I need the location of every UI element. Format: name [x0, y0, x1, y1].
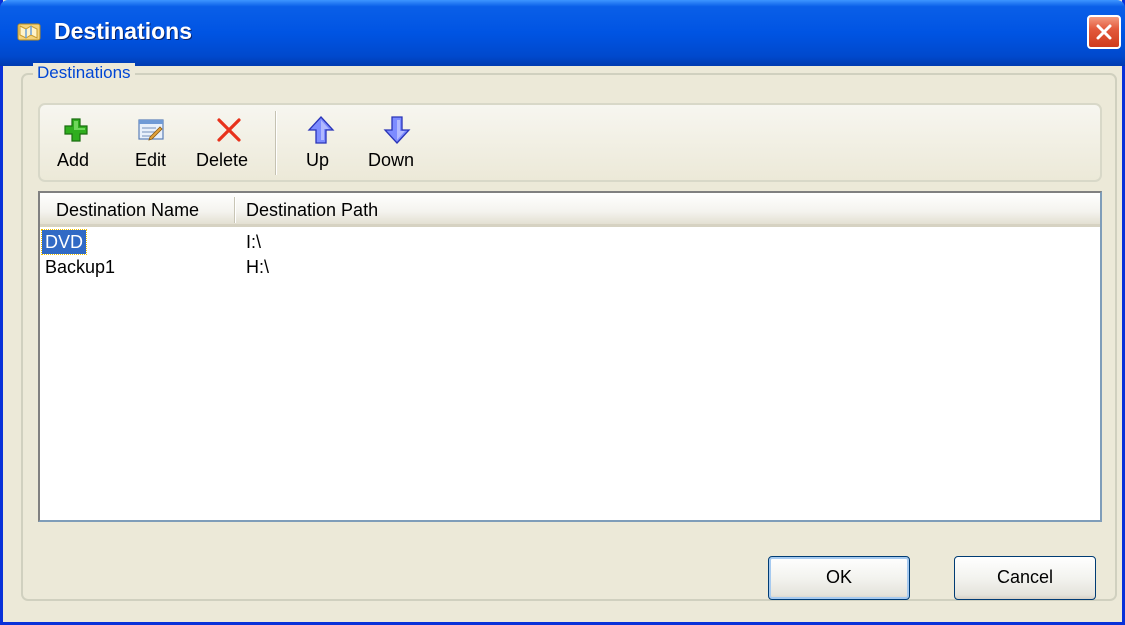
window-title: Destinations	[54, 18, 193, 44]
delete-label: Delete	[196, 150, 249, 170]
delete-button[interactable]: Delete	[194, 115, 260, 177]
groupbox-legend: Destinations	[33, 63, 135, 83]
row-path-cell: H:\	[246, 257, 270, 277]
list-row[interactable]: DVD I:\	[40, 229, 1100, 255]
row-name-cell[interactable]: Backup1	[45, 255, 115, 279]
plus-icon	[61, 115, 91, 145]
destinations-list[interactable]: Destination Name Destination Path DVD I:…	[38, 191, 1102, 522]
up-button[interactable]: Up	[304, 115, 338, 177]
column-header-path[interactable]: Destination Path	[246, 200, 378, 221]
ok-button[interactable]: OK	[768, 556, 910, 600]
arrow-up-icon	[306, 115, 336, 145]
row-path-cell: I:\	[246, 232, 262, 252]
add-button[interactable]: Add	[55, 115, 95, 177]
column-header-name[interactable]: Destination Name	[56, 200, 199, 221]
edit-label: Edit	[135, 150, 167, 170]
down-label: Down	[368, 150, 415, 170]
title-bar[interactable]: Destinations	[0, 0, 1125, 66]
list-row[interactable]: Backup1 H:\	[40, 255, 1100, 279]
add-label: Add	[57, 150, 90, 170]
edit-button[interactable]: Edit	[132, 115, 174, 177]
arrow-down-icon	[382, 115, 412, 145]
cancel-button[interactable]: Cancel	[954, 556, 1096, 600]
edit-form-icon	[136, 115, 166, 145]
delete-x-icon	[214, 115, 244, 145]
list-header: Destination Name Destination Path	[40, 193, 1100, 227]
close-icon	[1096, 24, 1112, 40]
column-divider[interactable]	[234, 197, 236, 223]
folder-map-icon	[17, 19, 43, 43]
toolbar-separator	[275, 111, 277, 175]
row-name-cell[interactable]: DVD	[40, 229, 88, 255]
up-label: Up	[306, 150, 330, 170]
down-button[interactable]: Down	[366, 115, 428, 177]
close-button[interactable]	[1087, 15, 1121, 49]
